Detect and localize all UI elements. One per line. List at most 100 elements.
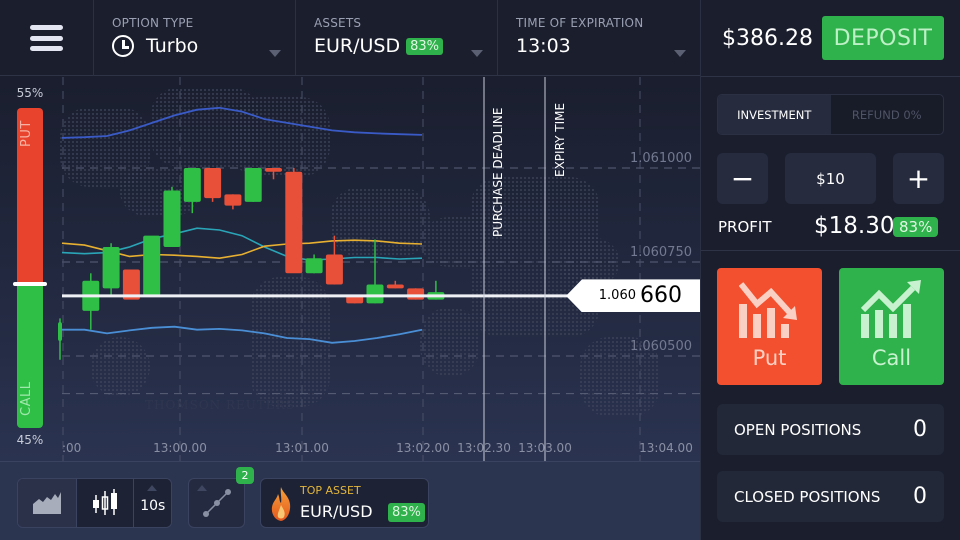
candle	[204, 168, 222, 202]
payout-badge: 83%	[406, 37, 444, 55]
candle	[163, 186, 181, 247]
candle-body	[386, 284, 404, 289]
drawing-tools-count-badge: 2	[236, 467, 254, 484]
chart-canvas: THOMSON REUTERS 1.0612501.0610001.060750…	[58, 77, 700, 461]
sentiment-bar: PUT CALL	[13, 108, 47, 428]
asset-value: EUR/USD	[314, 35, 401, 57]
time-label: :00	[62, 441, 81, 455]
divider	[701, 76, 960, 77]
put-sentiment-label: PUT	[19, 120, 34, 148]
candle	[224, 194, 242, 210]
current-price-tag: 1.060 660	[566, 279, 700, 313]
put-percentage: 55%	[16, 86, 44, 100]
call-button[interactable]: Call	[839, 268, 944, 385]
top-asset-label: TOP ASSET	[300, 484, 361, 497]
candle	[386, 280, 404, 289]
candle-body	[102, 246, 120, 289]
put-button-label: Put	[752, 346, 787, 370]
candle-body	[204, 168, 222, 199]
open-positions[interactable]: OPEN POSITIONS 0	[717, 404, 944, 455]
watermark: THOMSON REUTERS	[145, 398, 295, 412]
closed-positions[interactable]: CLOSED POSITIONS 0	[717, 471, 944, 522]
candle	[305, 254, 323, 274]
candle	[244, 168, 262, 202]
drawing-tools-button[interactable]: 2	[188, 467, 254, 528]
trend-up-icon	[860, 280, 921, 338]
candle-body	[366, 284, 384, 304]
candle	[82, 273, 100, 330]
price-suffix: 660	[640, 283, 682, 309]
option-type-selector[interactable]: OPTION TYPE Turbo	[94, 0, 296, 75]
top-asset-value: EUR/USD	[300, 502, 373, 521]
candle-body	[305, 258, 323, 274]
top-bar: OPTION TYPE Turbo ASSETS EUR/USD 83% TIM…	[0, 0, 700, 76]
call-sentiment-fill: CALL	[17, 284, 43, 428]
call-percentage: 45%	[16, 433, 44, 447]
bottom-toolbar: 10s 2 TOP ASSET EUR/USD 83%	[0, 461, 700, 540]
area-chart-button[interactable]	[18, 479, 78, 527]
map-region	[230, 97, 330, 177]
purchase-deadline-label: PURCHASE DEADLINE	[491, 108, 505, 237]
profit-value: $18.30	[814, 213, 895, 239]
expiry-time-label: EXPIRY TIME	[553, 103, 567, 177]
fire-icon	[271, 487, 291, 521]
candle	[285, 168, 303, 274]
area-chart-icon	[33, 492, 62, 514]
decrease-amount-button[interactable]: −	[717, 153, 768, 204]
option-type-label: OPTION TYPE	[112, 16, 194, 30]
assets-label: ASSETS	[314, 16, 362, 30]
time-label: 13:01.00	[275, 441, 329, 455]
chevron-down-icon	[471, 50, 483, 57]
candle-body	[244, 168, 262, 202]
top-asset-payout-badge: 83%	[388, 503, 425, 522]
profit-percentage-badge: 83%	[893, 217, 939, 237]
clock-icon	[112, 35, 134, 57]
candlestick-chart-button[interactable]	[77, 479, 135, 527]
put-button[interactable]: Put	[717, 268, 822, 385]
account-balance: $386.28	[722, 26, 813, 51]
candle	[102, 243, 120, 296]
expiration-label: TIME OF EXPIRATION	[516, 16, 644, 30]
call-sentiment-label: CALL	[19, 381, 34, 417]
candle	[58, 318, 62, 360]
chevron-down-icon	[269, 50, 281, 57]
time-label: 13:02.00	[396, 441, 450, 455]
candle-body	[265, 168, 282, 172]
price-level-label: 1.060750	[630, 245, 692, 260]
candle-body	[163, 190, 181, 247]
closed-positions-label: CLOSED POSITIONS	[734, 487, 881, 506]
map-region	[420, 307, 480, 377]
expiration-selector[interactable]: TIME OF EXPIRATION 13:03	[498, 0, 700, 75]
tab-refund[interactable]: REFUND 0%	[831, 95, 944, 134]
investment-tabs: INVESTMENT REFUND 0%	[717, 94, 944, 135]
price-level-label: 1.061000	[630, 151, 692, 166]
price-axis: 1.0612501.0610001.0607501.060500	[630, 151, 692, 354]
price-prefix: 1.060	[598, 288, 636, 304]
increase-amount-button[interactable]: +	[893, 153, 944, 204]
top-asset-card[interactable]: TOP ASSET EUR/USD 83%	[260, 478, 429, 528]
deposit-button[interactable]: DEPOSIT	[822, 16, 944, 60]
menu-button[interactable]	[0, 0, 94, 76]
closed-positions-count: 0	[913, 484, 927, 509]
call-button-label: Call	[871, 346, 912, 370]
option-type-value: Turbo	[146, 35, 199, 57]
map-region	[330, 187, 430, 257]
tab-investment[interactable]: INVESTMENT	[718, 95, 831, 134]
time-axis: :00 13:00.00 13:01.00 13:02.00 13:02.30 13:03…	[62, 441, 693, 455]
investment-amount-input[interactable]	[785, 153, 876, 204]
assets-selector[interactable]: ASSETS EUR/USD 83%	[296, 0, 498, 75]
price-level-label: 1.060500	[630, 339, 692, 354]
candle-body	[325, 254, 343, 285]
trading-app: OPTION TYPE Turbo ASSETS EUR/USD 83% TIM…	[0, 0, 960, 540]
map-region	[90, 337, 150, 397]
candle	[407, 288, 425, 300]
interval-selector[interactable]: 10s	[134, 479, 171, 527]
candle-body	[407, 288, 425, 300]
open-positions-label: OPEN POSITIONS	[734, 420, 862, 439]
price-chart[interactable]: THOMSON REUTERS 1.0612501.0610001.060750…	[0, 77, 700, 461]
candle-body	[58, 322, 62, 341]
put-sentiment-fill: PUT	[17, 108, 43, 284]
candle-body	[285, 171, 303, 274]
trendline-icon	[202, 489, 231, 517]
profit-label: PROFIT	[718, 218, 772, 236]
